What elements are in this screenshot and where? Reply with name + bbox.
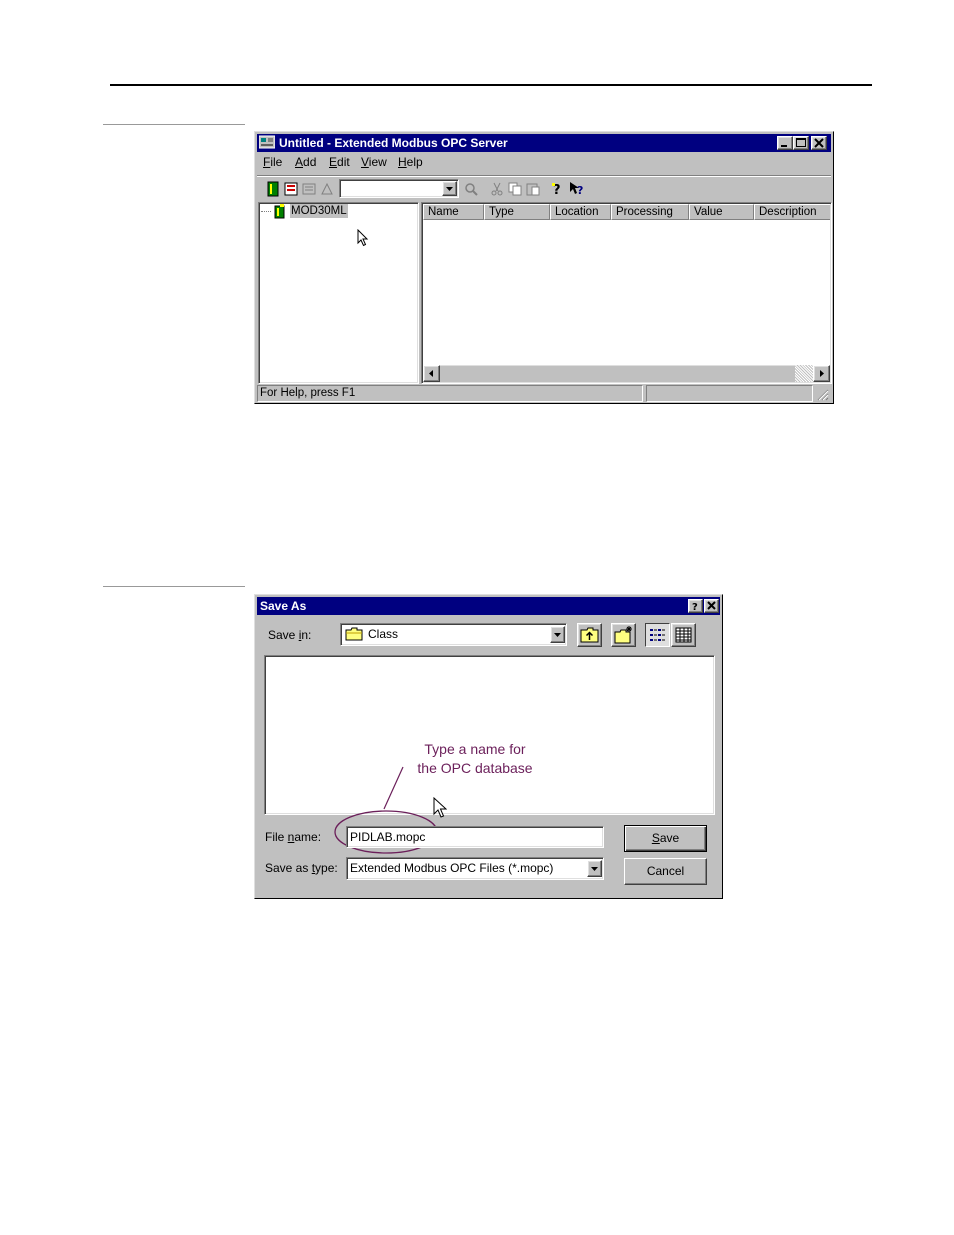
tree-connector (261, 211, 271, 212)
close-button[interactable] (811, 136, 827, 150)
chevron-right-icon (820, 370, 824, 377)
chevron-left-icon (429, 370, 433, 377)
new-device-icon[interactable] (265, 181, 281, 197)
save-as-type-label: Save as type: (265, 861, 338, 875)
status-bar-message: For Help, press F1 (257, 385, 643, 402)
copy-icon[interactable] (507, 181, 523, 197)
cut-icon[interactable] (489, 181, 505, 197)
chevron-down-icon (554, 633, 561, 637)
svg-text:?: ? (577, 184, 583, 197)
menu-file[interactable]: File (263, 155, 282, 169)
opc-titlebar[interactable]: Untitled - Extended Modbus OPC Server (257, 134, 831, 152)
scrollbar-thumb[interactable] (795, 365, 813, 382)
column-header-name[interactable]: Name (423, 204, 484, 220)
file-name-input[interactable]: PIDLAB.mopc (346, 826, 604, 848)
tag-combo-box[interactable] (339, 179, 459, 198)
save-in-dropdown-button[interactable] (550, 626, 565, 643)
properties-icon[interactable] (319, 181, 335, 197)
new-group-icon[interactable] (283, 181, 299, 197)
menu-edit[interactable]: Edit (329, 155, 350, 169)
column-header-value[interactable]: Value (689, 204, 754, 220)
status-bar-pane (646, 385, 813, 402)
save-as-title: Save As (260, 599, 307, 613)
dialog-close-button[interactable] (704, 599, 719, 613)
help-icon: ? (692, 602, 698, 613)
combo-dropdown-button[interactable] (442, 181, 457, 196)
save-in-value: Class (368, 627, 399, 641)
minimize-icon (781, 145, 787, 147)
cancel-button[interactable]: Cancel (624, 858, 707, 885)
folder-icon (345, 627, 363, 644)
page-header-rule (110, 84, 872, 86)
save-as-type-dropdown-button[interactable] (587, 860, 602, 877)
device-icon (273, 204, 287, 219)
resize-grip-icon[interactable] (815, 387, 829, 401)
app-icon (258, 135, 276, 150)
column-header-description[interactable]: Description (754, 204, 830, 220)
create-new-folder-button[interactable] (611, 623, 636, 647)
annotation-leader-line (383, 766, 404, 810)
list-view-button[interactable] (645, 623, 670, 647)
margin-rule (103, 124, 245, 125)
minimize-button[interactable] (777, 136, 793, 150)
tag-list-pane[interactable]: Name Type Location Processing Value Desc… (421, 202, 832, 384)
maximize-button[interactable] (793, 136, 809, 150)
save-in-label: Save in: (268, 628, 312, 642)
chevron-down-icon (446, 187, 453, 191)
scroll-right-button[interactable] (813, 365, 830, 382)
new-tag-icon[interactable] (301, 181, 317, 197)
opc-server-window: Untitled - Extended Modbus OPC Server Fi… (254, 131, 834, 404)
save-button[interactable]: Save (624, 825, 707, 852)
opc-toolbar: ? ? (257, 175, 831, 201)
details-view-icon (675, 627, 692, 643)
about-icon[interactable]: ? (549, 181, 565, 198)
mouse-pointer-icon (433, 796, 448, 822)
save-as-dialog: Save As ? Save in: Class Type a name for… (254, 594, 723, 899)
chevron-down-icon (591, 867, 598, 871)
opc-window-title: Untitled - Extended Modbus OPC Server (279, 136, 508, 150)
menu-add[interactable]: Add (295, 155, 316, 169)
scrollbar-track[interactable] (440, 365, 795, 382)
save-as-type-value: Extended Modbus OPC Files (*.mopc) (350, 861, 554, 875)
list-view-icon (650, 629, 665, 641)
margin-rule (103, 586, 245, 587)
annotation-line-1: Type a name for (424, 741, 526, 757)
up-folder-icon (580, 627, 599, 643)
details-view-button[interactable] (671, 623, 696, 647)
save-as-titlebar[interactable]: Save As ? (257, 597, 720, 615)
scroll-left-button[interactable] (423, 365, 440, 382)
find-icon[interactable] (463, 181, 479, 197)
opc-menu-bar: File Add Edit View Help (257, 155, 831, 173)
up-one-level-button[interactable] (577, 623, 602, 647)
menu-view[interactable]: View (361, 155, 387, 169)
horizontal-scrollbar[interactable] (423, 365, 830, 382)
save-in-select[interactable]: Class (340, 623, 567, 646)
close-icon (814, 138, 824, 148)
file-name-label: File name: (265, 830, 322, 844)
svg-text:?: ? (692, 602, 698, 612)
dialog-help-button[interactable]: ? (688, 599, 703, 613)
list-header: Name Type Location Processing Value Desc… (423, 204, 830, 220)
save-as-type-select[interactable]: Extended Modbus OPC Files (*.mopc) (346, 857, 604, 880)
column-header-processing[interactable]: Processing (611, 204, 689, 220)
file-name-value: PIDLAB.mopc (350, 830, 426, 844)
tree-item-device[interactable]: MOD30ML (290, 204, 348, 218)
close-icon (707, 601, 716, 610)
device-tree-pane[interactable]: MOD30ML (258, 202, 419, 384)
new-folder-icon (614, 626, 632, 644)
maximize-icon (796, 138, 806, 147)
column-header-type[interactable]: Type (484, 204, 550, 220)
menu-help[interactable]: Help (398, 155, 423, 169)
status-text: For Help, press F1 (260, 387, 356, 399)
mouse-pointer-icon (357, 228, 369, 250)
column-header-location[interactable]: Location (550, 204, 611, 220)
paste-icon[interactable] (525, 181, 541, 197)
context-help-icon[interactable]: ? (569, 181, 585, 197)
